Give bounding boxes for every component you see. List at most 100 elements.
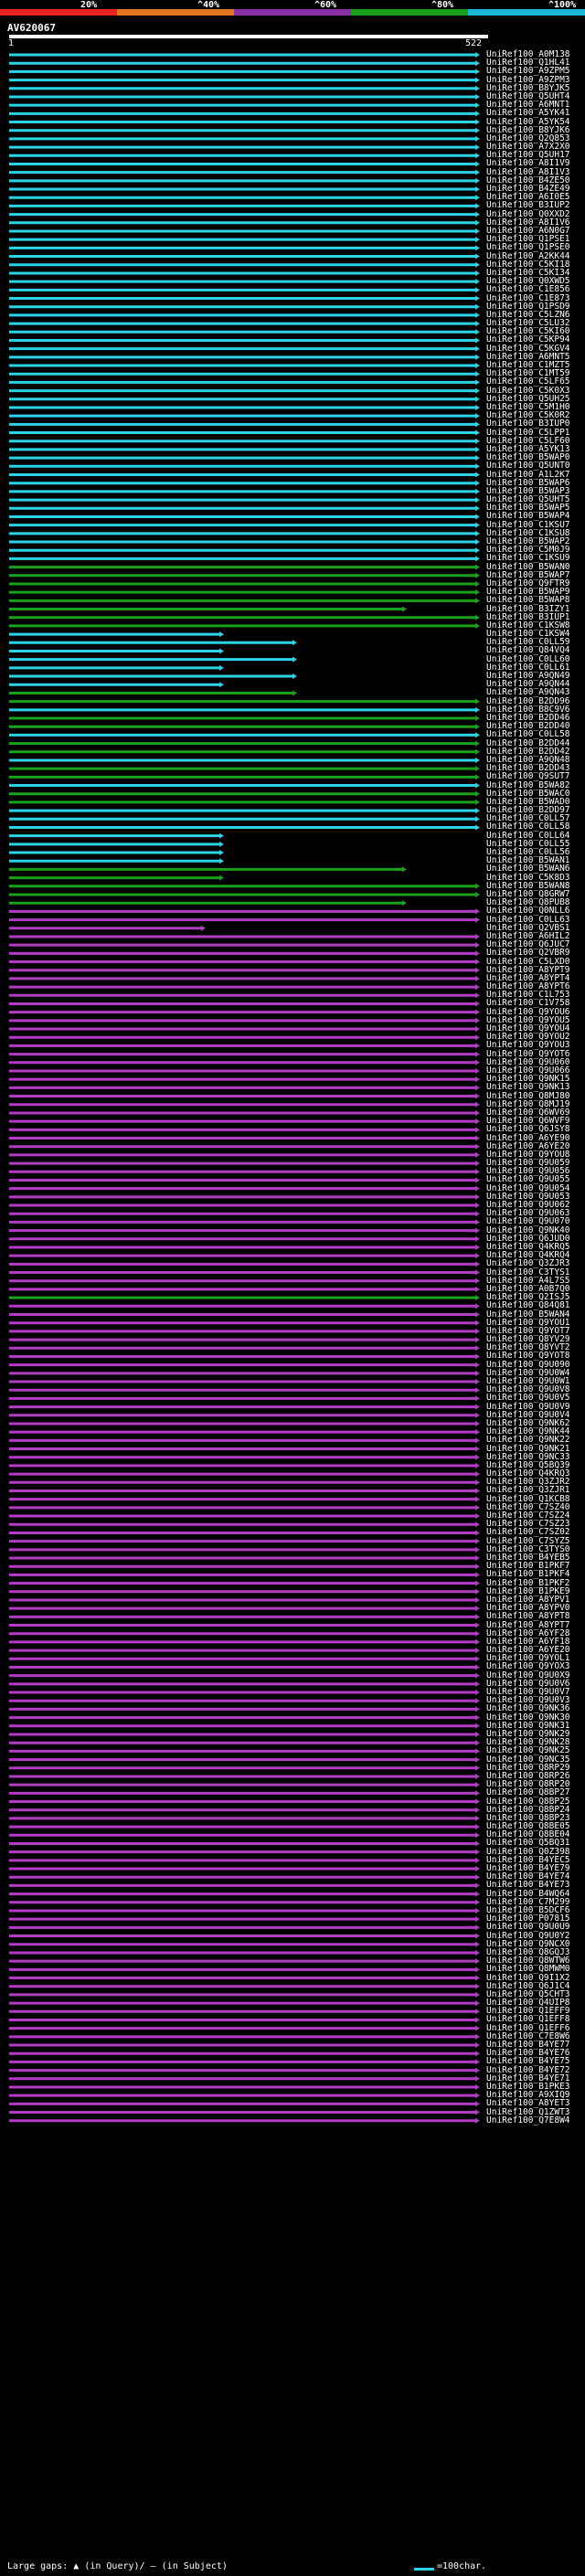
hit-arrow <box>475 303 480 310</box>
hit-arrow <box>475 1379 480 1385</box>
hit-arrow <box>402 900 407 906</box>
hit-arrow <box>475 808 480 814</box>
hit-arrow <box>475 724 480 730</box>
hit-arrow <box>475 1261 480 1267</box>
hit-arrow <box>475 716 480 722</box>
hit-arrow <box>475 1690 480 1696</box>
hit-arrow <box>475 2009 480 2015</box>
hit-arrow <box>475 102 480 109</box>
hit-arrow <box>475 60 480 67</box>
hit-arrow <box>475 1882 480 1889</box>
hit-arrow <box>475 480 480 486</box>
hit-arrow <box>219 648 224 654</box>
hit-arrow <box>475 1303 480 1309</box>
hit-arrow <box>475 135 480 142</box>
hit-arrow <box>292 673 297 680</box>
hit-arrow <box>475 1311 480 1318</box>
hit-arrow <box>475 161 480 167</box>
hit-arrow <box>475 144 480 151</box>
hit-arrow <box>475 984 480 991</box>
hit-arrow <box>475 1546 480 1553</box>
hit-arrow <box>475 1680 480 1687</box>
hit-arrow <box>219 631 224 638</box>
hit-arrow <box>475 1328 480 1334</box>
hit-arrow <box>475 917 480 923</box>
hit-arrow <box>475 1059 480 1065</box>
hit-arrow <box>475 1723 480 1729</box>
hit-arrow <box>475 992 480 999</box>
hit-arrow <box>475 1924 480 1931</box>
hit-arrow <box>475 169 480 175</box>
hit-arrow <box>475 1362 480 1368</box>
hit-arrow <box>475 1907 480 1913</box>
hit-arrow <box>475 1975 480 1981</box>
hit-arrow <box>475 1161 480 1167</box>
hit-arrow <box>475 556 480 562</box>
hit-arrow <box>475 1034 480 1041</box>
hit-arrow <box>475 892 480 897</box>
hit-arrow <box>475 396 480 402</box>
hit-arrow <box>475 295 480 302</box>
hit-arrow <box>475 790 480 797</box>
hit-arrow <box>402 606 407 612</box>
hit-arrow <box>475 1672 480 1679</box>
hit-arrow <box>292 690 297 696</box>
hit-arrow <box>475 1227 480 1234</box>
hit-arrow <box>475 2025 480 2031</box>
hit-arrow <box>475 1462 480 1468</box>
hit-arrow <box>475 1404 480 1410</box>
hit-arrow <box>475 1807 480 1813</box>
hit-arrow <box>475 799 480 805</box>
hit-arrow <box>475 975 480 981</box>
hit-arrow <box>475 77 480 83</box>
hit-arrow <box>475 2051 480 2057</box>
hit-arrow <box>475 203 480 209</box>
hit-arrow <box>475 446 480 452</box>
hit-arrow <box>475 211 480 217</box>
hit-arrow <box>475 1277 480 1284</box>
hit-arrow <box>475 2093 480 2099</box>
hit-arrow <box>475 1093 480 1099</box>
hit-arrow <box>475 1840 480 1847</box>
hit-label-link[interactable]: UniRef100_Q7E8W4 <box>486 2115 570 2125</box>
hit-arrow <box>475 111 480 117</box>
hit-arrow <box>475 404 480 410</box>
hit-arrow <box>475 732 480 738</box>
hit-arrow <box>475 1824 480 1830</box>
hit-arrow <box>475 589 480 596</box>
hit-arrow <box>475 1521 480 1528</box>
hit-arrow <box>475 1219 480 1225</box>
hit-arrow <box>475 1488 480 1494</box>
legend-subject-gap-icon: – <box>150 2561 156 2571</box>
hit-arrow <box>475 354 480 360</box>
hit-arrow <box>475 1815 480 1821</box>
hit-arrow <box>475 908 480 915</box>
hit-arrow <box>475 186 480 193</box>
hit-arrow <box>475 1991 480 1998</box>
hit-arrow <box>475 2000 480 2007</box>
hit-arrow <box>475 1949 480 1956</box>
hit-arrow <box>475 1043 480 1049</box>
hit-arrow <box>475 1638 480 1645</box>
hit-arrow <box>475 1572 480 1578</box>
hit-arrow <box>475 1874 480 1881</box>
hit-arrow <box>219 850 224 856</box>
hit-arrow <box>475 1471 480 1478</box>
hit-arrow <box>475 287 480 293</box>
hit-arrow <box>475 1295 480 1301</box>
hit-arrow <box>475 1891 480 1897</box>
hit-arrow <box>475 547 480 554</box>
hit-arrow <box>475 237 480 243</box>
hit-arrow <box>475 1614 480 1620</box>
hit-arrow <box>475 2109 480 2115</box>
hit-arrow <box>475 1513 480 1520</box>
hit-arrow <box>475 219 480 226</box>
hit-arrow <box>475 1211 480 1217</box>
hit-arrow <box>475 774 480 780</box>
hit-arrow <box>219 832 224 839</box>
hit-arrow <box>475 622 480 629</box>
legend-scale-text: =100char. <box>437 2561 487 2571</box>
hit-arrow <box>475 345 480 352</box>
hit-arrow <box>475 1773 480 1779</box>
hit-arrow <box>475 959 480 965</box>
